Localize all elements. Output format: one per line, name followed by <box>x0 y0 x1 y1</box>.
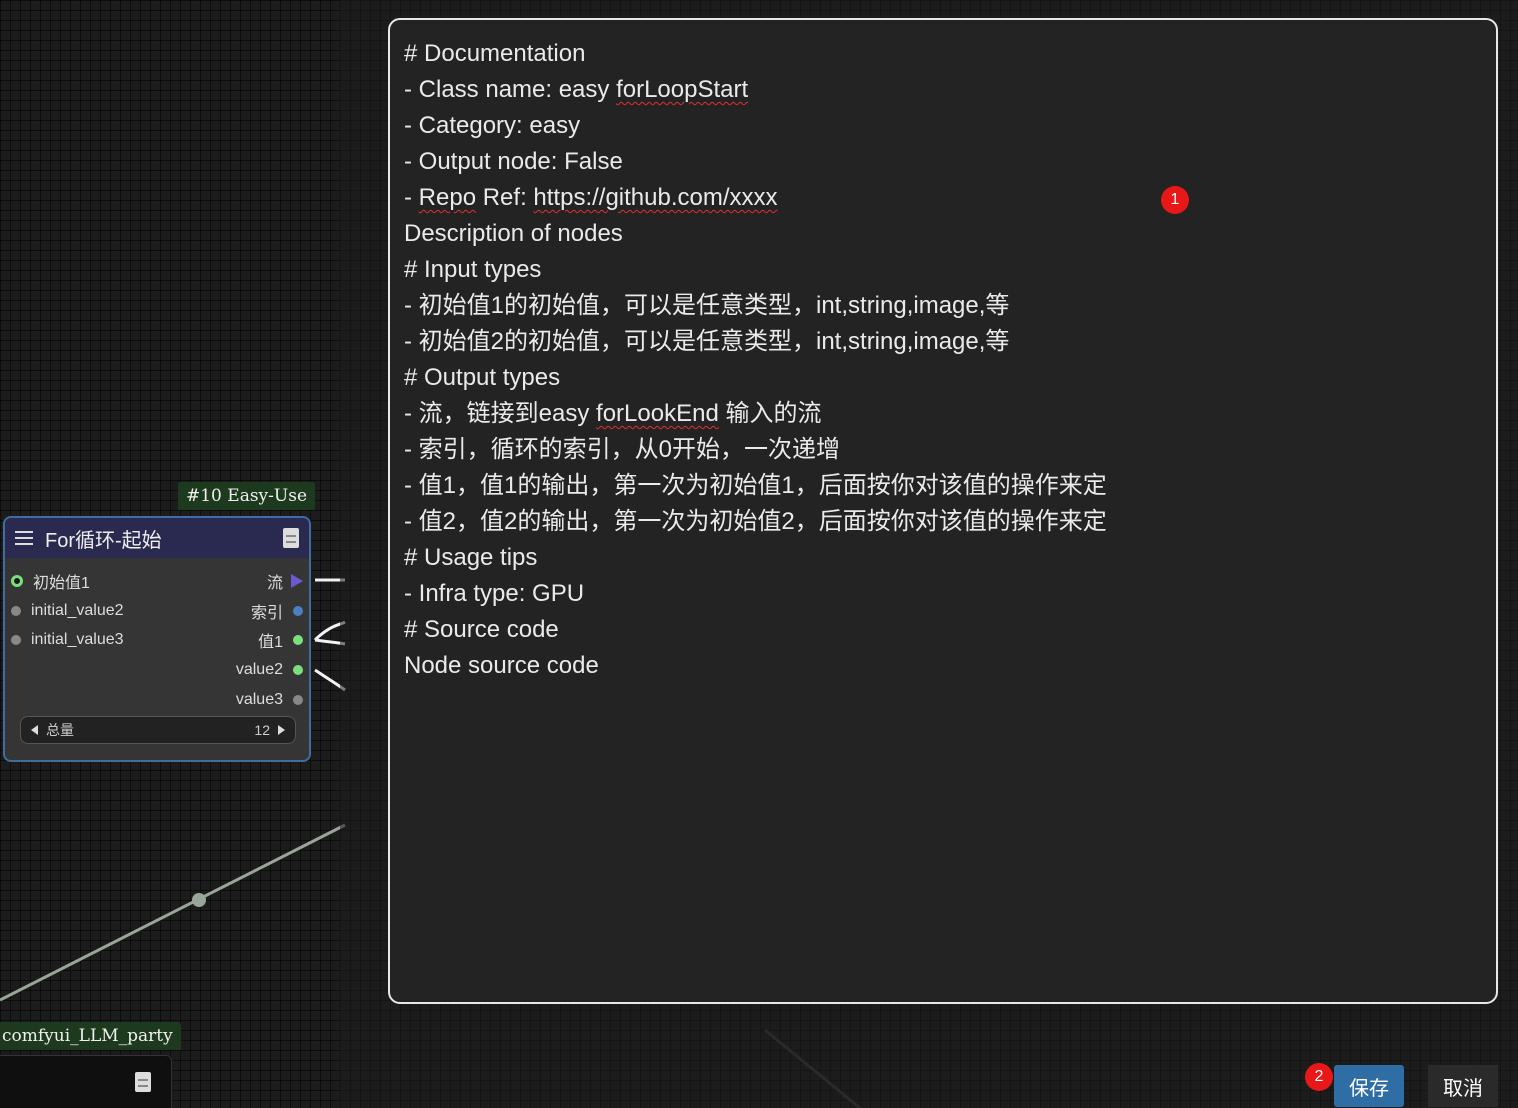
doc-text: - 值2，值2的输出，第一次为初始值2，后面按你对该值的操作来定 <box>404 508 1107 535</box>
doc-line: - Output node: False <box>404 144 1482 180</box>
save-button[interactable]: 保存 <box>1334 1065 1404 1107</box>
doc-text: - Output node: False <box>404 148 623 175</box>
slot-dot-icon[interactable] <box>11 575 23 587</box>
widget-label: 总量 <box>46 722 74 738</box>
doc-line: Node source code <box>404 648 1482 684</box>
doc-line: - 初始值1的初始值，可以是任意类型，int,string,image,等 <box>404 288 1482 324</box>
node-title: For循环-起始 <box>45 529 162 552</box>
doc-text: - 初始值1的初始值，可以是任意类型，int,string,image,等 <box>404 292 1010 319</box>
output-slot-value3[interactable]: value3 <box>236 689 303 711</box>
input-slot-initial-value2[interactable]: initial_value2 <box>11 600 124 622</box>
spellcheck-flagged-word: forLookEnd <box>596 400 719 427</box>
doc-line: - 值1，值1的输出，第一次为初始值1，后面按你对该值的操作来定 <box>404 468 1482 504</box>
doc-text: # Documentation <box>404 40 586 67</box>
link-reroute-dot <box>192 893 206 907</box>
annotation-marker-1: 1 <box>1161 186 1189 214</box>
doc-line: - 值2，值2的输出，第一次为初始值2，后面按你对该值的操作来定 <box>404 504 1482 540</box>
doc-line: - Category: easy <box>404 108 1482 144</box>
widget-value: 12 <box>254 722 270 738</box>
link-wire-grey <box>0 823 346 1002</box>
doc-text: 输入的流 <box>718 400 822 427</box>
flow-triangle-icon[interactable] <box>291 574 303 588</box>
doc-text: - 流，链接到easy <box>404 400 597 427</box>
output-slot-value2[interactable]: value2 <box>236 659 303 681</box>
node-graph-canvas[interactable]: #10 Easy-Use For循环-起始 初始值1 initial_value… <box>0 0 1518 1108</box>
doc-text: - 索引，循环的索引，从0开始，一次递增 <box>404 436 841 463</box>
doc-text: - Infra type: GPU <box>404 580 585 607</box>
doc-line: - 初始值2的初始值，可以是任意类型，int,string,image,等 <box>404 324 1482 360</box>
annotation-marker-2: 2 <box>1305 1063 1333 1091</box>
node-header[interactable]: For循环-起始 <box>5 518 309 558</box>
doc-line: - 索引，循环的索引，从0开始，一次递增 <box>404 432 1482 468</box>
spellcheck-flagged-word: https://github.com/xxxx <box>533 184 778 211</box>
llm-party-node[interactable] <box>0 1055 172 1108</box>
spellcheck-flagged-word: Repo <box>418 184 477 211</box>
doc-line: Description of nodes <box>404 216 1482 252</box>
input-slot-label: initial_value2 <box>31 602 124 619</box>
doc-line: - Repo Ref: https://github.com/xxxx <box>404 180 1482 216</box>
output-slot-value1[interactable]: 值1 <box>258 629 303 651</box>
doc-text: - <box>404 184 419 211</box>
output-slot-flow[interactable]: 流 <box>267 570 303 592</box>
doc-text: - Category: easy <box>404 112 581 139</box>
decrement-arrow-icon[interactable] <box>31 725 38 735</box>
slot-dot-icon[interactable] <box>293 606 303 616</box>
slot-dot-icon[interactable] <box>11 635 21 645</box>
output-slot-label: 流 <box>266 575 283 592</box>
output-slot-label: 索引 <box>250 605 283 622</box>
doc-text: Ref: <box>476 184 534 211</box>
slot-dot-icon[interactable] <box>293 665 303 675</box>
input-slot-label: 初始值1 <box>33 575 90 592</box>
doc-line: # Input types <box>404 252 1482 288</box>
output-slot-label: value2 <box>235 661 283 678</box>
total-number-widget[interactable]: 总量 12 <box>20 716 296 744</box>
doc-line: # Source code <box>404 612 1482 648</box>
group-badge-llm-party: comfyui_LLM_party <box>0 1022 181 1050</box>
doc-text: - Class name: easy <box>404 76 617 103</box>
document-icon[interactable] <box>283 528 299 548</box>
doc-text: Description of nodes <box>404 220 623 247</box>
input-slot-label: initial_value3 <box>31 631 124 648</box>
output-slot-label: 值1 <box>258 634 283 651</box>
input-slot-initial-value1[interactable]: 初始值1 <box>11 570 90 592</box>
for-loop-start-node[interactable]: For循环-起始 初始值1 initial_value2 initial_val… <box>3 516 311 762</box>
doc-line: # Usage tips <box>404 540 1482 576</box>
doc-text: - 值1，值1的输出，第一次为初始值1，后面按你对该值的操作来定 <box>404 472 1107 499</box>
cancel-button[interactable]: 取消 <box>1428 1065 1498 1107</box>
doc-text: # Input types <box>404 256 542 283</box>
menu-icon[interactable] <box>15 531 33 545</box>
doc-line: # Output types <box>404 360 1482 396</box>
doc-text: # Output types <box>404 364 561 391</box>
input-slot-initial-value3[interactable]: initial_value3 <box>11 629 124 651</box>
doc-line: # Documentation <box>404 36 1482 72</box>
slot-dot-icon[interactable] <box>293 695 303 705</box>
doc-text: # Source code <box>404 616 559 643</box>
doc-line: - Class name: easy forLoopStart <box>404 72 1482 108</box>
output-slot-label: value3 <box>235 691 283 708</box>
doc-line: - Infra type: GPU <box>404 576 1482 612</box>
slot-dot-icon[interactable] <box>11 606 21 616</box>
output-slot-index[interactable]: 索引 <box>251 600 303 622</box>
doc-text: Node source code <box>404 652 599 679</box>
doc-text: - 初始值2的初始值，可以是任意类型，int,string,image,等 <box>404 328 1010 355</box>
spellcheck-flagged-word: forLoopStart <box>616 76 749 103</box>
doc-text: # Usage tips <box>404 544 538 571</box>
group-badge-easy-use: #10 Easy-Use <box>178 482 316 510</box>
slot-dot-icon[interactable] <box>293 635 303 645</box>
document-icon[interactable] <box>135 1072 151 1092</box>
documentation-textarea[interactable]: # Documentation - Class name: easy forLoo… <box>388 18 1498 1004</box>
increment-arrow-icon[interactable] <box>278 725 285 735</box>
doc-line: - 流，链接到easy forLookEnd 输入的流 <box>404 396 1482 432</box>
